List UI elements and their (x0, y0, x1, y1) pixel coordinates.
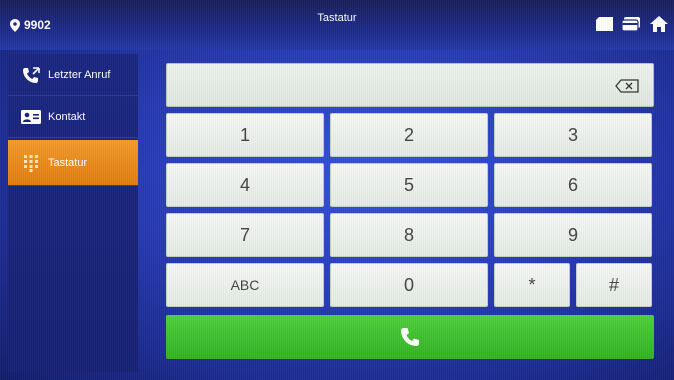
sidebar: Letzter Anruf Kontakt Tastatur (8, 54, 138, 372)
keypad-row-4: ABC 0 * # (166, 263, 656, 307)
phone-icon (401, 328, 419, 346)
key-7[interactable]: 7 (166, 213, 324, 257)
sidebar-item-label: Tastatur (48, 156, 88, 169)
sidebar-item-kontakt[interactable]: Kontakt (8, 96, 138, 138)
key-1[interactable]: 1 (166, 113, 324, 157)
key-6[interactable]: 6 (494, 163, 652, 207)
call-log-icon (20, 66, 42, 83)
key-pair: * # (494, 263, 652, 307)
backspace-icon[interactable] (615, 79, 639, 93)
key-star[interactable]: * (494, 263, 570, 307)
sidebar-item-letzter-anruf[interactable]: Letzter Anruf (8, 54, 138, 96)
message-icon[interactable] (596, 17, 614, 31)
card-icon[interactable] (622, 17, 642, 31)
home-icon[interactable] (650, 16, 668, 32)
key-4[interactable]: 4 (166, 163, 324, 207)
keypad-row-2: 4 5 6 (166, 163, 656, 207)
intercom-screen: 9902 Tastatur Letzter Anruf Kontakt Tast… (0, 0, 674, 380)
sidebar-item-label: Letzter Anruf (48, 68, 111, 81)
key-5[interactable]: 5 (330, 163, 488, 207)
call-button[interactable] (166, 315, 654, 359)
number-display[interactable] (166, 63, 654, 107)
contact-card-icon (20, 109, 42, 125)
keypad-row-3: 7 8 9 (166, 213, 656, 257)
key-9[interactable]: 9 (494, 213, 652, 257)
dialpad: 1 2 3 4 5 6 7 8 9 ABC 0 * # (166, 63, 656, 359)
keypad-icon (20, 154, 42, 172)
sidebar-item-label: Kontakt (48, 110, 86, 123)
sidebar-item-tastatur[interactable]: Tastatur (8, 140, 138, 186)
keypad-row-1: 1 2 3 (166, 113, 656, 157)
key-3[interactable]: 3 (494, 113, 652, 157)
key-2[interactable]: 2 (330, 113, 488, 157)
page-title: Tastatur (317, 12, 357, 24)
key-0[interactable]: 0 (330, 263, 488, 307)
top-bar: 9902 Tastatur (0, 0, 674, 50)
key-8[interactable]: 8 (330, 213, 488, 257)
key-abc[interactable]: ABC (166, 263, 324, 307)
top-icons (596, 16, 668, 32)
key-hash[interactable]: # (576, 263, 652, 307)
